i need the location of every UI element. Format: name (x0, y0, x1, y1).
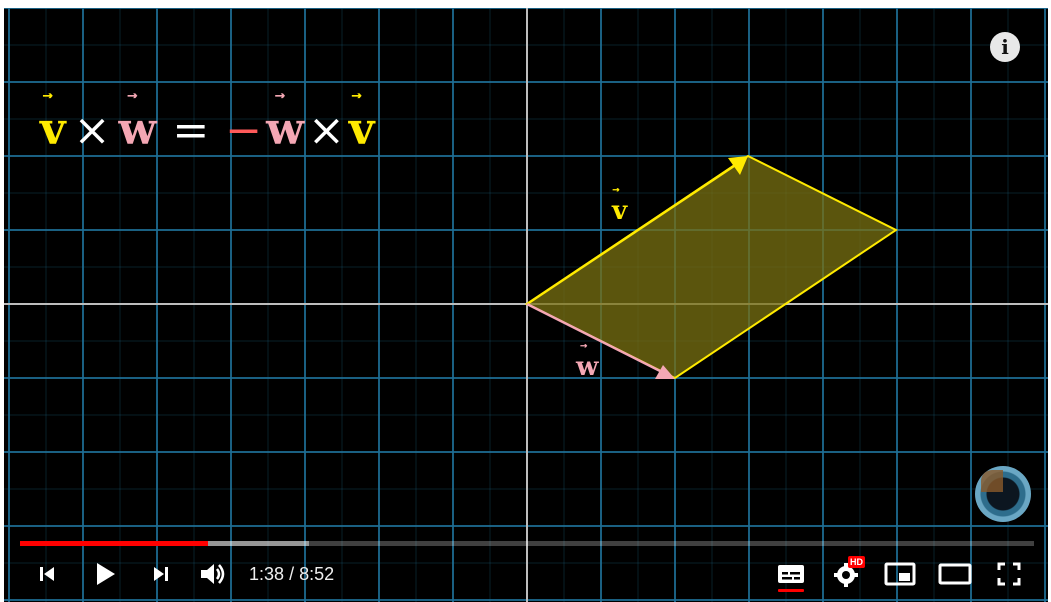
miniplayer-button[interactable] (882, 554, 918, 594)
theater-mode-button[interactable] (936, 554, 974, 594)
captions-icon (778, 565, 804, 583)
cross-product-formula: ⃗ v × ⃗ w = − ⃗ w × ⃗ v (40, 100, 374, 160)
play-icon (97, 563, 115, 585)
formula-cross-2: × (307, 104, 345, 156)
formula-vector-v: ⃗ v (40, 104, 66, 155)
next-icon (154, 567, 168, 581)
formula-cross: × (73, 104, 111, 156)
settings-button[interactable]: HD (830, 554, 865, 594)
info-icon[interactable]: i (990, 32, 1020, 62)
player-controls: 1:38 / 8:52 HD (4, 554, 1048, 594)
video-player[interactable]: ⃗ v × ⃗ w = − ⃗ w × ⃗ v ⃗v ⃗w i (4, 8, 1048, 602)
video-frame (4, 8, 1048, 602)
previous-button[interactable] (32, 554, 62, 594)
captions-active-indicator (778, 589, 804, 592)
previous-icon (40, 567, 54, 581)
play-button[interactable] (88, 554, 122, 594)
fullscreen-icon (997, 562, 1021, 586)
time-total: 8:52 (299, 564, 335, 584)
formula-vector-w: ⃗ w (118, 104, 157, 155)
time-display: 1:38 / 8:52 (249, 554, 334, 594)
formula-vector-w-2: ⃗ w (266, 104, 304, 155)
next-button[interactable] (146, 554, 176, 594)
volume-button[interactable] (196, 554, 230, 594)
formula-minus: − (225, 104, 263, 156)
progress-bar[interactable] (20, 541, 1034, 546)
fullscreen-button[interactable] (992, 554, 1026, 594)
coordinate-grid (4, 8, 1048, 602)
hd-badge: HD (848, 556, 865, 568)
miniplayer-icon (884, 562, 916, 586)
volume-icon (201, 564, 225, 584)
theater-mode-icon (938, 563, 972, 585)
channel-watermark-logo[interactable] (975, 466, 1031, 522)
formula-vector-v-2: ⃗ v (348, 104, 375, 155)
time-current: 1:38 (249, 564, 285, 584)
time-separator: / (289, 564, 295, 584)
vector-v-label: ⃗v (612, 196, 628, 226)
vector-w-label: ⃗w (576, 352, 599, 382)
captions-button[interactable] (774, 554, 808, 594)
progress-played (20, 541, 208, 546)
formula-equals: = (172, 104, 210, 156)
